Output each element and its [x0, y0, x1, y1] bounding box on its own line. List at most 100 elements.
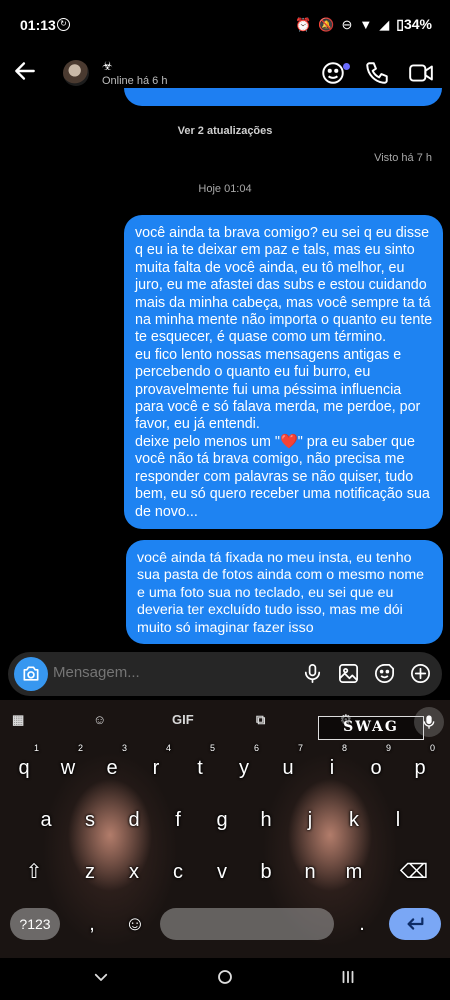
- key-label: c: [173, 861, 183, 883]
- key-m[interactable]: m: [336, 852, 372, 892]
- keyboard-toolbar: ▦ ☺ GIF ⧉ ⚙ SWAG: [0, 700, 450, 744]
- key-t[interactable]: t5: [182, 743, 218, 788]
- space-bar[interactable]: [160, 908, 334, 940]
- camera-button[interactable]: [14, 657, 48, 691]
- key-hint: 0: [429, 743, 435, 753]
- key-hint: 9: [385, 743, 391, 753]
- date-divider: Hoje 01:04: [198, 183, 252, 195]
- video-chat-effects-icon[interactable]: [320, 60, 346, 86]
- enter-key[interactable]: [389, 908, 441, 940]
- data-saver-icon: ↻: [57, 18, 70, 31]
- key-label: d: [128, 809, 140, 831]
- contact-status: Online há 6 h: [102, 75, 168, 87]
- key-label: y: [239, 757, 249, 779]
- key-i[interactable]: i8: [314, 743, 350, 788]
- dnd-icon: ⊖: [341, 16, 353, 32]
- enter-arrow-icon: [407, 917, 424, 930]
- contact-name[interactable]: ☣: [102, 59, 113, 73]
- status-bar: 01:13 ↻ ⏰ 🔕 ⊖ ▼ ◢ ▯34%: [0, 0, 450, 50]
- key-label: w: [60, 757, 76, 779]
- key-label: u: [282, 757, 294, 779]
- key-l[interactable]: l: [380, 800, 416, 840]
- key-hint: 3: [121, 743, 127, 753]
- key-g[interactable]: g: [204, 800, 240, 840]
- gif-button[interactable]: GIF: [172, 712, 194, 727]
- mute-icon: 🔕: [318, 16, 335, 32]
- battery-level: ▯34%: [396, 16, 432, 32]
- key-q[interactable]: q1: [6, 743, 42, 788]
- microphone-icon[interactable]: [301, 662, 324, 685]
- backspace-key[interactable]: ⌫: [396, 852, 432, 892]
- key-a[interactable]: a: [28, 800, 64, 840]
- emoji-key[interactable]: ☺: [117, 904, 153, 944]
- seen-label: Visto há 7 h: [374, 152, 432, 164]
- key-h[interactable]: h: [248, 800, 284, 840]
- video-camera-icon[interactable]: [408, 60, 434, 86]
- key-n[interactable]: n: [292, 852, 328, 892]
- message-bubble[interactable]: você ainda ta brava comigo? eu sei q eu …: [124, 215, 443, 529]
- key-s[interactable]: s: [72, 800, 108, 840]
- key-label: e: [106, 757, 118, 779]
- translate-icon[interactable]: ⧉: [256, 712, 265, 728]
- message-input[interactable]: [53, 664, 273, 681]
- key-p[interactable]: p0: [402, 743, 438, 788]
- key-hint: 2: [77, 743, 83, 753]
- microphone-icon: [423, 715, 435, 729]
- key-x[interactable]: x: [116, 852, 152, 892]
- updates-link[interactable]: Ver 2 atualizações: [0, 125, 450, 137]
- voice-input-button[interactable]: [414, 707, 444, 737]
- key-u[interactable]: u7: [270, 743, 306, 788]
- key-label: v: [217, 861, 227, 883]
- avatar[interactable]: [63, 60, 89, 86]
- key-label: h: [260, 809, 272, 831]
- back-arrow-icon[interactable]: [12, 58, 38, 84]
- notification-dot: [343, 63, 350, 70]
- camera-icon: [23, 666, 39, 681]
- key-z[interactable]: z: [72, 852, 108, 892]
- key-label: f: [175, 809, 181, 831]
- message-bubble[interactable]: você ainda tá fixada no meu insta, eu te…: [126, 540, 443, 644]
- key-label: z: [85, 861, 95, 883]
- sticker-icon[interactable]: [373, 662, 396, 685]
- key-b[interactable]: b: [248, 852, 284, 892]
- status-icons: ⏰ 🔕 ⊖ ▼ ◢ ▯34%: [295, 16, 432, 33]
- key-f[interactable]: f: [160, 800, 196, 840]
- header-actions: [320, 60, 434, 86]
- period-key[interactable]: .: [344, 904, 380, 944]
- key-k[interactable]: k: [336, 800, 372, 840]
- message-composer: [8, 652, 442, 696]
- key-label: n: [304, 861, 316, 883]
- key-label: l: [395, 809, 401, 831]
- key-v[interactable]: v: [204, 852, 240, 892]
- home-icon[interactable]: [216, 968, 234, 986]
- composer-actions: [301, 662, 432, 685]
- gallery-icon[interactable]: [337, 662, 360, 685]
- key-d[interactable]: d: [116, 800, 152, 840]
- key-o[interactable]: o9: [358, 743, 394, 788]
- key-label: p: [414, 757, 426, 779]
- signal-icon: ◢: [379, 16, 390, 32]
- symbols-key[interactable]: ?123: [10, 908, 60, 940]
- key-e[interactable]: e3: [94, 743, 130, 788]
- apps-grid-icon[interactable]: ▦: [12, 712, 24, 728]
- plus-icon[interactable]: [409, 662, 432, 685]
- key-label: j: [307, 809, 313, 831]
- emoji-sticker-icon[interactable]: ☺: [93, 712, 106, 727]
- previous-message-bubble[interactable]: [124, 88, 442, 106]
- key-label: r: [152, 757, 160, 779]
- chevron-down-icon[interactable]: [92, 968, 110, 986]
- shift-key[interactable]: ⇧: [16, 852, 52, 892]
- key-w[interactable]: w2: [50, 743, 86, 788]
- key-r[interactable]: r4: [138, 743, 174, 788]
- key-label: o: [370, 757, 382, 779]
- key-c[interactable]: c: [160, 852, 196, 892]
- key-label: q: [18, 757, 30, 779]
- key-j[interactable]: j: [292, 800, 328, 840]
- system-nav-bar: [0, 958, 450, 1000]
- key-hint: 4: [165, 743, 171, 753]
- key-y[interactable]: y6: [226, 743, 262, 788]
- key-hint: 1: [33, 743, 39, 753]
- comma-key[interactable]: ,: [74, 904, 110, 944]
- recents-icon[interactable]: [339, 968, 357, 986]
- phone-icon[interactable]: [364, 60, 390, 86]
